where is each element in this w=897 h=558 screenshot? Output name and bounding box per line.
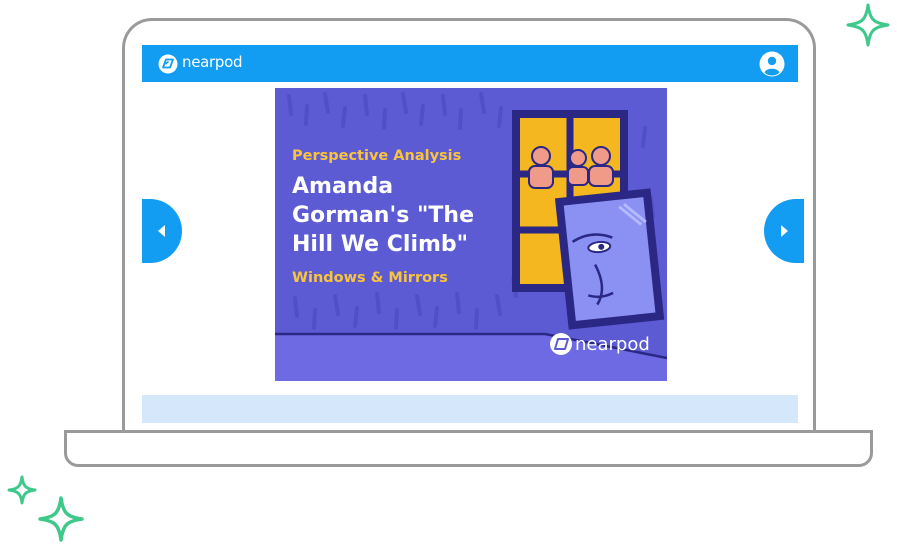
nearpod-logo-icon[interactable]	[158, 54, 178, 74]
slide-kicker: Perspective Analysis	[292, 148, 462, 164]
sparkle-icon	[7, 475, 37, 505]
chevron-right-icon	[781, 225, 788, 237]
laptop-screen: nearpod Perspective Analysis Amanda Gorm…	[142, 45, 798, 423]
sparkle-icon	[38, 496, 84, 542]
slide-title-line: Hill We Climb"	[292, 232, 469, 257]
laptop-base	[64, 430, 873, 467]
slide-subtitle: Windows & Mirrors	[292, 270, 448, 286]
user-avatar-icon[interactable]	[759, 51, 785, 77]
chevron-left-icon	[158, 225, 165, 237]
slide-title-line: Amanda	[292, 174, 394, 199]
footer-strip	[142, 395, 798, 423]
slide-watermark-brand: nearpod	[575, 334, 650, 355]
slide-title-line: Gorman's "The	[292, 203, 474, 228]
top-bar: nearpod	[142, 45, 798, 82]
slide-cover-image: Perspective Analysis Amanda Gorman's "Th…	[275, 88, 667, 381]
sparkle-icon	[846, 3, 890, 47]
brand-logo-text[interactable]: nearpod	[182, 53, 243, 71]
